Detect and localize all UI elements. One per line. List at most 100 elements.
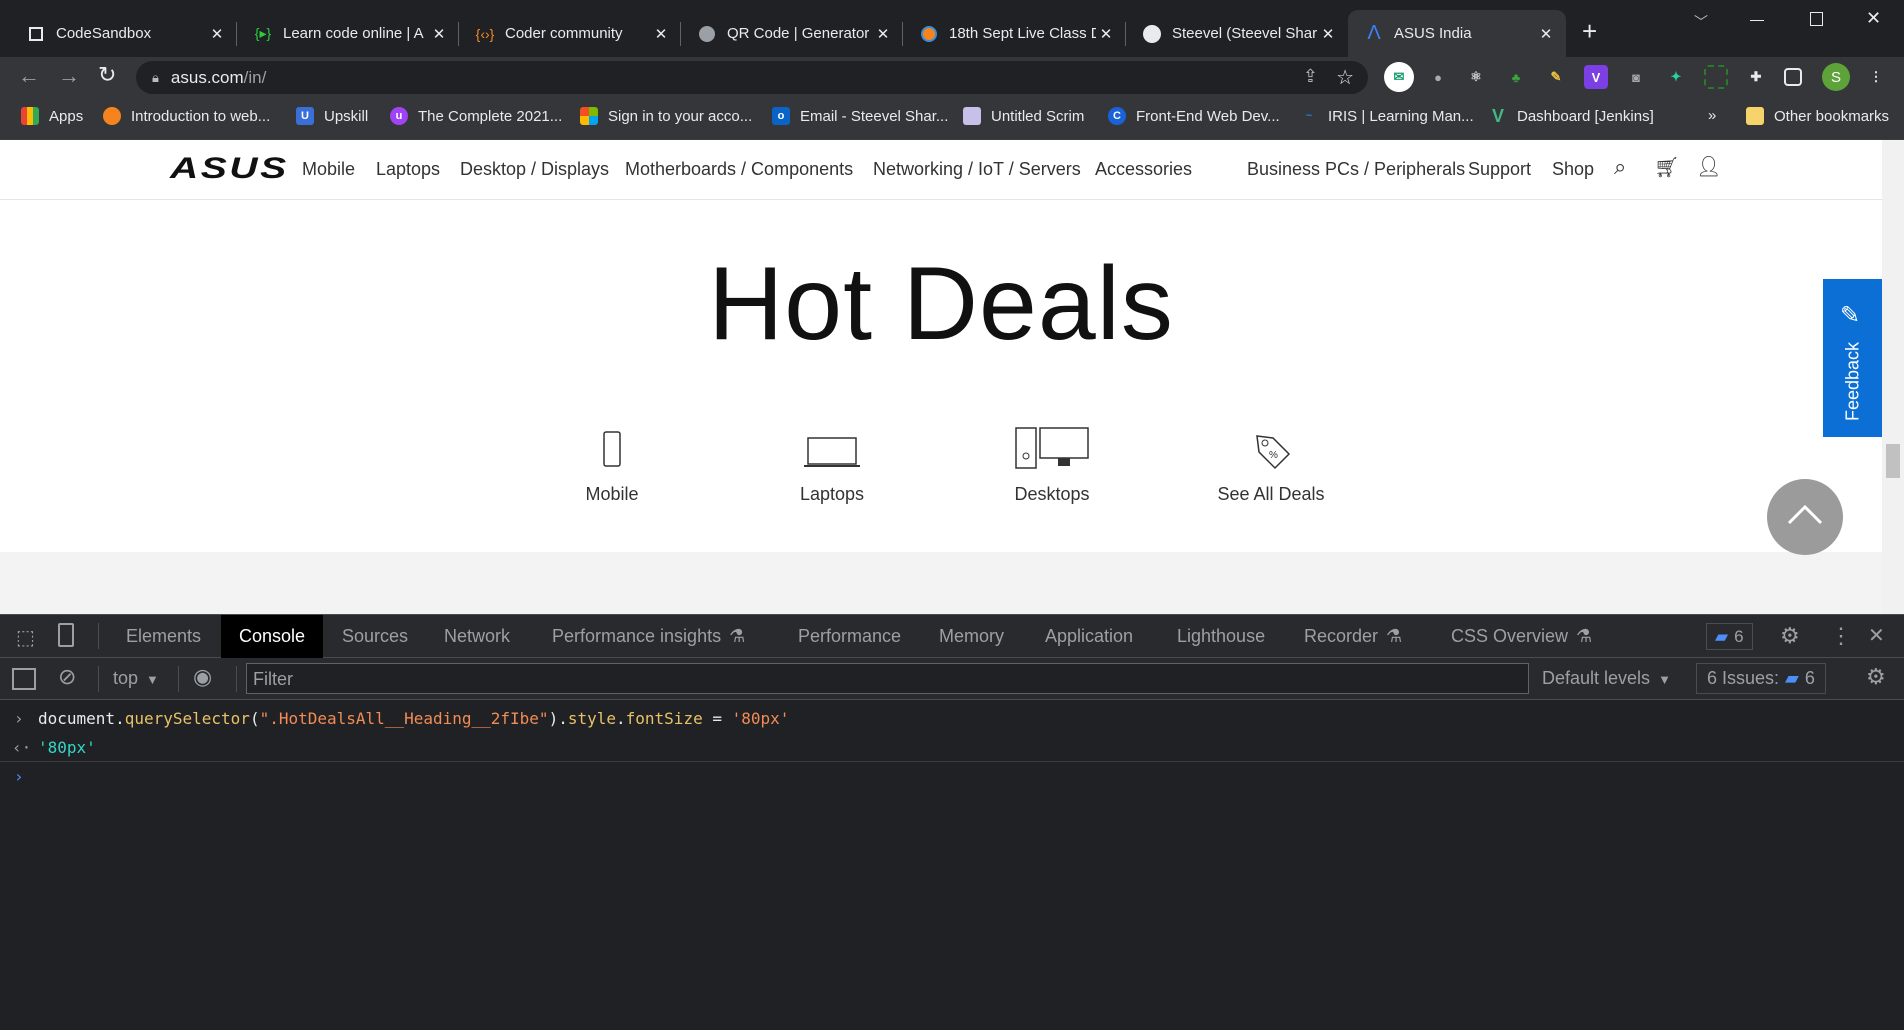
- browser-tab[interactable]: QR Code | Generator ✕: [681, 10, 903, 57]
- close-tab-icon[interactable]: ✕: [1318, 25, 1338, 43]
- scroll-to-top-button[interactable]: [1767, 479, 1843, 555]
- feedback-tab[interactable]: ✎ Feedback: [1823, 279, 1882, 437]
- tab-elements[interactable]: Elements: [108, 615, 219, 658]
- context-selector[interactable]: top ▼: [113, 668, 159, 689]
- browser-tab[interactable]: Steevel (Steevel Sharma✕: [1126, 10, 1348, 57]
- close-tab-icon[interactable]: ✕: [429, 25, 449, 43]
- settings-gear-icon[interactable]: ⚙: [1780, 623, 1800, 649]
- deal-mobile[interactable]: Mobile: [522, 430, 702, 505]
- extension-figure-icon[interactable]: ✦: [1664, 65, 1688, 89]
- bookmark-apps[interactable]: Apps: [21, 107, 83, 125]
- nav-networking[interactable]: Networking / IoT / Servers: [873, 159, 1081, 180]
- bookmark-item[interactable]: u The Complete 2021...: [390, 107, 562, 125]
- deal-laptops[interactable]: Laptops: [742, 430, 922, 505]
- address-bar[interactable]: 🔒︎ asus.com/in/ ⇪ ☆: [136, 61, 1368, 94]
- close-tab-icon[interactable]: ✕: [207, 25, 227, 43]
- issues-button[interactable]: 6 Issues: ▰ 6: [1696, 663, 1826, 694]
- tab-console[interactable]: Console: [221, 615, 324, 658]
- nav-desktop-displays[interactable]: Desktop / Displays: [460, 159, 609, 180]
- side-panel-icon[interactable]: [1784, 68, 1802, 86]
- close-tab-icon[interactable]: ✕: [873, 25, 893, 43]
- close-tab-icon[interactable]: ✕: [1096, 25, 1116, 43]
- bookmark-item[interactable]: V Dashboard [Jenkins]: [1489, 106, 1654, 126]
- maximize-button[interactable]: [1810, 12, 1823, 26]
- bookmark-item[interactable]: Untitled Scrim: [963, 107, 1084, 125]
- console-prompt[interactable]: ›: [0, 762, 1904, 791]
- live-expression-eye-icon[interactable]: ◉: [193, 664, 212, 690]
- browser-menu-icon[interactable]: ⋮: [1864, 65, 1888, 89]
- nav-support[interactable]: Support: [1468, 159, 1531, 180]
- close-tab-icon[interactable]: ✕: [651, 25, 671, 43]
- deal-see-all[interactable]: % See All Deals: [1181, 430, 1361, 505]
- tab-recorder[interactable]: Recorder ⚗: [1286, 615, 1420, 658]
- extension-blocker-icon[interactable]: ●: [1426, 65, 1450, 89]
- bookmark-star-icon[interactable]: ☆: [1336, 65, 1354, 90]
- microsoft-icon: [580, 107, 598, 125]
- camera-icon[interactable]: ◙: [1624, 65, 1648, 89]
- close-tab-icon[interactable]: ✕: [1536, 25, 1556, 43]
- html-tree-icon[interactable]: ♣: [1504, 65, 1528, 89]
- nav-accessories[interactable]: Accessories: [1095, 159, 1192, 180]
- tab-application[interactable]: Application: [1027, 615, 1151, 658]
- sidebar-toggle-icon[interactable]: [12, 668, 36, 690]
- other-bookmarks[interactable]: Other bookmarks: [1746, 107, 1889, 125]
- console-settings-icon[interactable]: ⚙: [1866, 664, 1886, 690]
- extension-v-icon[interactable]: V: [1584, 65, 1608, 89]
- browser-tab[interactable]: 18th Sept Live Class D ✕: [903, 10, 1126, 57]
- more-options-icon[interactable]: ⋮: [1830, 623, 1852, 649]
- console-output[interactable]: › document. querySelector(".HotDealsAll__…: [0, 700, 1904, 1030]
- close-devtools-icon[interactable]: ✕: [1868, 623, 1885, 648]
- share-icon[interactable]: ⇪: [1303, 66, 1318, 87]
- folder-icon: [1746, 107, 1764, 125]
- log-levels-dropdown[interactable]: Default levels ▼: [1542, 668, 1671, 689]
- browser-tab[interactable]: {▸} Learn code online | A ✕: [237, 10, 459, 57]
- nav-shop[interactable]: Shop: [1552, 159, 1594, 180]
- react-devtools-icon[interactable]: ⚛: [1464, 65, 1488, 89]
- asus-logo[interactable]: ASUS: [170, 152, 289, 186]
- browser-tab[interactable]: CodeSandbox ✕: [10, 10, 237, 57]
- forward-button[interactable]: →: [58, 63, 80, 89]
- reload-button[interactable]: ↻: [98, 62, 116, 88]
- tab-memory[interactable]: Memory: [921, 615, 1022, 658]
- nav-business[interactable]: Business PCs / Peripherals: [1247, 159, 1465, 180]
- pencil-extension-icon[interactable]: ✎: [1544, 65, 1568, 89]
- clear-console-icon[interactable]: ⊘: [58, 664, 76, 690]
- bookmark-item[interactable]: ~ IRIS | Learning Man...: [1300, 107, 1474, 125]
- bookmark-item[interactable]: U Upskill: [296, 107, 368, 125]
- tab-performance[interactable]: Performance: [780, 615, 919, 658]
- bookmark-item[interactable]: C Front-End Web Dev...: [1108, 107, 1280, 125]
- user-icon[interactable]: 👤︎: [1696, 154, 1721, 179]
- deal-desktops[interactable]: Desktops: [962, 427, 1142, 505]
- browser-tab-active[interactable]: Λ ASUS India ✕: [1348, 10, 1566, 57]
- scrollbar-thumb[interactable]: [1886, 444, 1900, 478]
- tab-performance-insights[interactable]: Performance insights ⚗: [534, 615, 763, 658]
- nav-laptops[interactable]: Laptops: [376, 159, 440, 180]
- screenshot-extension-icon[interactable]: [1704, 65, 1728, 89]
- tab-search-chevron-icon[interactable]: ﹀: [1694, 12, 1708, 32]
- tab-sources[interactable]: Sources: [324, 615, 426, 658]
- nav-mobile[interactable]: Mobile: [302, 159, 355, 180]
- page-scrollbar[interactable]: [1882, 140, 1904, 614]
- extension-mail-icon[interactable]: ✉: [1384, 62, 1414, 92]
- messages-badge[interactable]: ▰ 6: [1706, 623, 1753, 650]
- bookmark-item[interactable]: Introduction to web...: [103, 107, 270, 125]
- tab-network[interactable]: Network: [426, 615, 528, 658]
- inspect-element-icon[interactable]: ⬚: [16, 625, 35, 650]
- profile-avatar[interactable]: S: [1822, 63, 1850, 91]
- back-button[interactable]: ←: [18, 63, 40, 89]
- minimize-button[interactable]: [1750, 20, 1764, 21]
- bookmark-item[interactable]: Sign in to your acco...: [580, 107, 752, 125]
- tab-css-overview[interactable]: CSS Overview ⚗: [1433, 615, 1610, 658]
- search-icon[interactable]: ⌕: [1614, 154, 1626, 180]
- device-toolbar-icon[interactable]: [58, 623, 74, 647]
- bookmark-item[interactable]: o Email - Steevel Shar...: [772, 107, 948, 125]
- cart-icon[interactable]: 🛒︎: [1654, 155, 1679, 180]
- nav-motherboards[interactable]: Motherboards / Components: [625, 159, 853, 180]
- browser-tab[interactable]: {‹›} Coder community ✕: [459, 10, 681, 57]
- extensions-puzzle-icon[interactable]: ✚: [1744, 65, 1768, 89]
- close-window-button[interactable]: ✕: [1866, 8, 1881, 29]
- more-bookmarks-button[interactable]: »: [1708, 107, 1716, 124]
- tab-lighthouse[interactable]: Lighthouse: [1159, 615, 1283, 658]
- filter-input[interactable]: Filter: [246, 663, 1529, 694]
- new-tab-button[interactable]: +: [1582, 16, 1597, 47]
